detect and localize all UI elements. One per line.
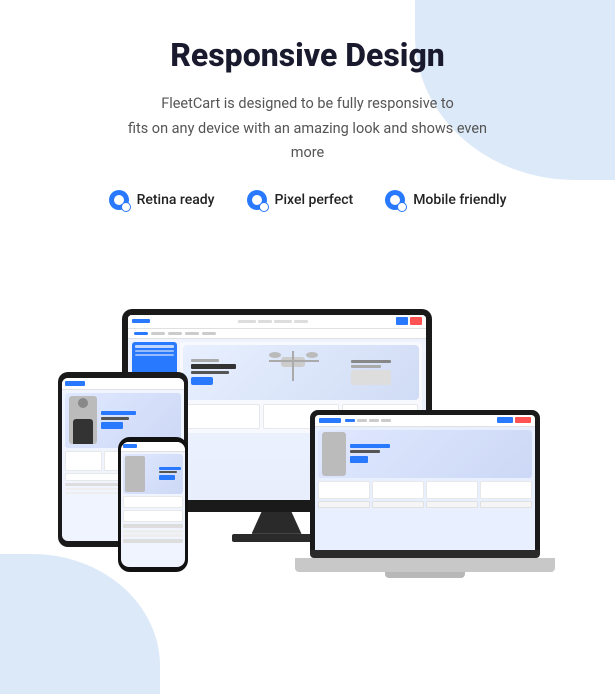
feature-retina: Retina ready [109, 190, 215, 210]
pixel-icon [247, 190, 267, 210]
main-container: Responsive Design FleetCart is designed … [0, 0, 615, 622]
retina-icon [109, 190, 129, 210]
subtitle: FleetCart is designed to be fully respon… [118, 92, 498, 166]
laptop-keyboard [295, 558, 555, 572]
laptop-screen [315, 415, 535, 550]
phone-mockup [118, 437, 188, 572]
features-row: Retina ready Pixel perfect Mobile friend… [40, 190, 575, 210]
pixel-label: Pixel perfect [275, 192, 354, 208]
laptop-mockup [310, 410, 555, 572]
mobile-icon [385, 190, 405, 210]
laptop-base [310, 550, 540, 558]
phone-screen [121, 442, 185, 567]
mobile-label: Mobile friendly [413, 192, 506, 208]
devices-section [40, 242, 575, 602]
feature-mobile: Mobile friendly [385, 190, 506, 210]
retina-label: Retina ready [137, 192, 215, 208]
phone-frame [118, 437, 188, 572]
page-title: Responsive Design [40, 36, 575, 74]
laptop-screen-part [310, 410, 540, 550]
feature-pixel: Pixel perfect [247, 190, 354, 210]
